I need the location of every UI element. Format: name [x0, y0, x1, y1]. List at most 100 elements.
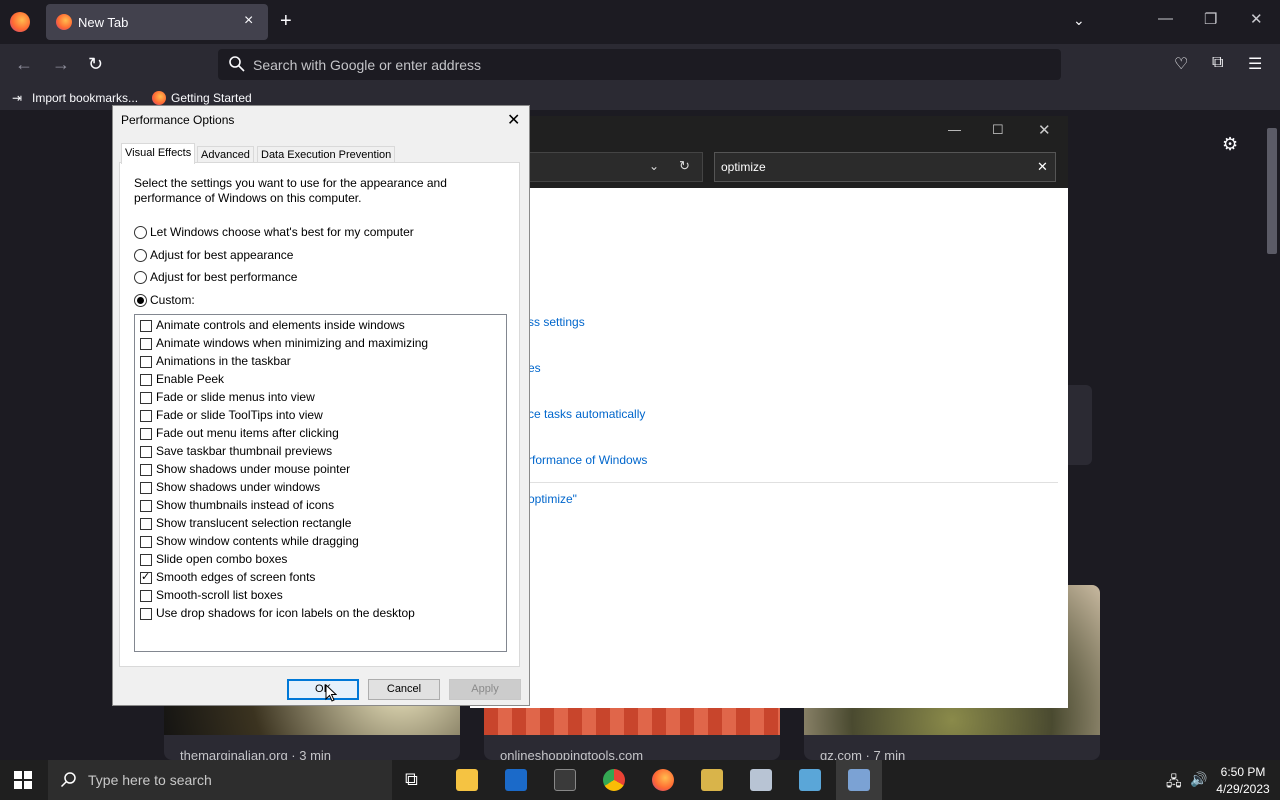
apply-button[interactable]: Apply	[449, 679, 521, 700]
cp-maximize-icon[interactable]: ☐	[992, 122, 1004, 138]
restore-icon[interactable]: ❐	[1204, 10, 1217, 28]
checkbox[interactable]	[140, 518, 152, 530]
checkbox[interactable]	[140, 590, 152, 602]
checkbox[interactable]	[140, 428, 152, 440]
task-view-icon[interactable]: ⧉	[405, 769, 418, 790]
active-app-highlight[interactable]	[836, 760, 882, 800]
url-placeholder: Search with Google or enter address	[253, 57, 482, 73]
dialog-close-icon[interactable]: ✕	[507, 110, 520, 130]
bookmark-getting-started[interactable]: Getting Started	[171, 91, 252, 105]
tab-new-tab[interactable]: New Tab ×	[46, 4, 268, 40]
dialog-title: Performance Options	[121, 113, 235, 127]
radio-button[interactable]	[134, 226, 147, 239]
checkbox[interactable]	[140, 482, 152, 494]
forward-icon[interactable]: →	[52, 54, 70, 75]
checkbox[interactable]	[140, 338, 152, 350]
search-icon	[229, 56, 245, 72]
checkbox[interactable]	[140, 410, 152, 422]
gear-icon[interactable]: ⚙	[1222, 134, 1238, 155]
control-panel-icon[interactable]	[799, 769, 821, 791]
ok-button[interactable]: OK	[287, 679, 359, 700]
firefox-bookmark-icon	[152, 91, 166, 105]
firefox-logo-icon[interactable]	[10, 12, 30, 32]
page-scrollbar-thumb[interactable]	[1267, 128, 1277, 254]
back-icon[interactable]: ←	[15, 54, 33, 75]
bookmark-import[interactable]: Import bookmarks...	[32, 91, 138, 105]
checkbox[interactable]	[140, 464, 152, 476]
checkbox-label: Animations in the taskbar	[156, 354, 291, 368]
radio-button[interactable]	[134, 294, 147, 307]
window-close-icon[interactable]: ✕	[1250, 10, 1263, 28]
pocket-icon[interactable]: ♡	[1174, 54, 1188, 74]
tab-data-execution-prevention[interactable]: Data Execution Prevention	[257, 146, 396, 163]
file-explorer-icon[interactable]	[456, 769, 478, 791]
checkbox[interactable]	[140, 608, 152, 620]
radio-label: Let Windows choose what's best for my co…	[150, 225, 414, 239]
checkbox-label: Show window contents while dragging	[156, 534, 359, 548]
clear-search-icon[interactable]: ✕	[1037, 159, 1048, 175]
result-link[interactable]: ce tasks automatically	[528, 407, 645, 421]
cp-minimize-icon[interactable]: —	[948, 122, 961, 137]
checkbox[interactable]	[140, 374, 152, 386]
tab-advanced[interactable]: Advanced	[197, 146, 254, 163]
clock-date[interactable]: 4/29/2023	[1212, 782, 1274, 796]
reload-icon[interactable]: ↻	[88, 54, 103, 75]
tab-title: New Tab	[78, 15, 129, 30]
checkbox[interactable]	[140, 446, 152, 458]
results-separator	[528, 482, 1058, 483]
windows-start-icon[interactable]	[14, 771, 32, 789]
checkbox-label: Show thumbnails instead of icons	[156, 498, 335, 512]
cancel-button[interactable]: Cancel	[368, 679, 440, 700]
extensions-icon[interactable]: ⧉	[1212, 54, 1223, 72]
taskbar-search-box[interactable]: Type here to search	[48, 760, 392, 800]
checkbox[interactable]	[140, 392, 152, 404]
refresh-icon[interactable]: ↻	[679, 158, 690, 174]
address-dropdown-icon[interactable]: ⌄	[649, 159, 659, 173]
clock-time[interactable]: 6:50 PM	[1214, 765, 1272, 779]
checkbox[interactable]	[140, 356, 152, 368]
list-tabs-icon[interactable]: ⌄	[1073, 12, 1085, 29]
search-icon	[60, 772, 76, 788]
story-source: gz.com · 7 min	[820, 748, 906, 760]
checkbox-label: Fade or slide menus into view	[156, 390, 315, 404]
result-link[interactable]: ss settings	[528, 315, 585, 329]
cp-close-icon[interactable]: ✕	[1038, 121, 1051, 139]
checkbox[interactable]	[140, 554, 152, 566]
checkbox-label: Animate windows when minimizing and maxi…	[156, 336, 429, 350]
result-link[interactable]: rformance of Windows	[528, 453, 647, 467]
radio-button[interactable]	[134, 249, 147, 262]
story-source: themarginalian.org · 3 min	[180, 748, 332, 760]
radio-button[interactable]	[134, 271, 147, 284]
search-help-link[interactable]: optimize"	[528, 492, 577, 506]
store-icon[interactable]	[505, 769, 527, 791]
chrome-icon[interactable]	[603, 769, 625, 791]
radio-label: Adjust for best performance	[150, 270, 298, 284]
checkbox-label: Show shadows under windows	[156, 480, 321, 494]
checkbox[interactable]	[140, 500, 152, 512]
firefox-icon[interactable]	[652, 769, 674, 791]
tab-visual-effects[interactable]: Visual Effects	[121, 143, 196, 164]
menu-icon[interactable]: ☰	[1248, 54, 1262, 74]
network-icon[interactable]: 🖧	[1166, 771, 1182, 795]
checkbox[interactable]	[140, 570, 152, 584]
visual-effects-list[interactable]: Animate controls and elements inside win…	[134, 314, 507, 652]
terminal-icon[interactable]	[554, 769, 576, 791]
app-icon[interactable]	[701, 769, 723, 791]
taskbar-search-placeholder: Type here to search	[88, 772, 212, 788]
checkbox[interactable]	[140, 536, 152, 548]
control-panel-search-input[interactable]: optimize ✕	[714, 152, 1056, 182]
performance-options-icon	[848, 769, 870, 791]
firefox-tab-icon	[56, 14, 72, 30]
checkbox-label: Smooth-scroll list boxes	[156, 588, 283, 602]
story-source: onlineshoppingtools.com	[500, 748, 644, 760]
minimize-icon[interactable]: —	[1158, 10, 1173, 27]
checkbox-label: Animate controls and elements inside win…	[156, 318, 405, 332]
checkbox-label: Fade or slide ToolTips into view	[156, 408, 323, 422]
url-bar[interactable]: Search with Google or enter address	[218, 49, 1061, 80]
checkbox-label: Smooth edges of screen fonts	[156, 570, 316, 584]
volume-icon[interactable]: 🔊	[1190, 771, 1207, 788]
new-tab-button[interactable]: +	[280, 10, 292, 33]
checkbox[interactable]	[140, 320, 152, 332]
tab-close-icon[interactable]: ×	[244, 12, 253, 30]
app-icon[interactable]	[750, 769, 772, 791]
